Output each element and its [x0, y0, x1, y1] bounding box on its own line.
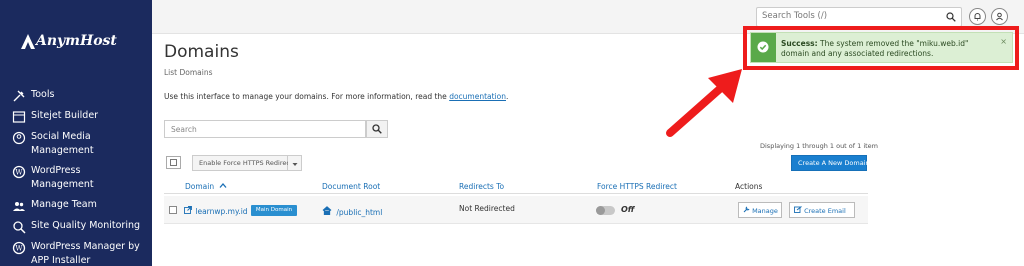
brand-name: AnymHost [36, 33, 117, 49]
column-header-force-https[interactable]: Force HTTPS Redirect [597, 182, 677, 191]
https-options-dropdown[interactable] [288, 155, 302, 171]
domain-search-button[interactable] [366, 120, 388, 138]
annotation-highlight-box [743, 26, 1019, 70]
description-text: Use this interface to manage your domain… [164, 92, 447, 101]
social-media-icon [12, 131, 26, 145]
search-quality-icon [13, 221, 26, 234]
user-menu-button[interactable] [991, 8, 1008, 25]
sidebar-item-label: WordPress Management [31, 165, 94, 190]
sidebar-item-sitejet[interactable]: Sitejet Builder [0, 109, 152, 124]
user-icon [996, 12, 1003, 21]
toggle-knob [596, 206, 605, 215]
brand-logo[interactable]: AnymHost [20, 30, 135, 56]
domain-search-placeholder: Search [171, 125, 197, 134]
force-https-toggle[interactable] [596, 206, 615, 215]
document-root-link[interactable]: /public_html [322, 206, 382, 217]
wordpress-icon: W [12, 241, 26, 255]
sidebar-item-label: Social Media Management [31, 131, 94, 156]
external-link-icon [184, 206, 192, 214]
row-checkbox[interactable] [169, 206, 177, 214]
manage-button[interactable]: Manage [738, 202, 782, 218]
search-icon [372, 124, 382, 134]
sitejet-icon [12, 111, 26, 123]
table-header-divider [164, 193, 868, 194]
redirects-value: Not Redirected [459, 204, 515, 213]
notifications-button[interactable] [969, 8, 986, 25]
enable-https-redirect-button[interactable]: Enable Force HTTPS Redirect [192, 155, 293, 171]
sort-ascending-icon [219, 183, 226, 188]
column-header-domain[interactable]: Domain [185, 182, 227, 191]
svg-text:W: W [15, 245, 23, 253]
column-header-label: Domain [185, 182, 215, 191]
checkbox-box [170, 159, 177, 166]
page-title: Domains [164, 42, 239, 62]
create-domain-button[interactable]: Create A New Domain [791, 155, 870, 171]
page-subtitle: List Domains [164, 68, 213, 77]
logo-icon [21, 34, 35, 49]
select-all-checkbox[interactable] [166, 156, 181, 169]
force-https-state: Off [621, 205, 635, 214]
page-description: Use this interface to manage your domain… [164, 92, 508, 101]
wordpress-icon: W [12, 165, 26, 179]
main-domain-badge: Main Domain [251, 205, 297, 216]
sidebar-item-social-media[interactable]: Social Media Management [0, 130, 152, 158]
team-icon [13, 202, 25, 211]
caret-down-icon [292, 163, 298, 166]
documentation-link[interactable]: documentation [449, 92, 506, 101]
sidebar-item-wordpress-management[interactable]: W WordPress Management [0, 164, 152, 192]
sidebar-item-label: Manage Team [31, 199, 97, 210]
svg-text:W: W [15, 169, 23, 177]
sidebar-item-wordpress-manager[interactable]: W WordPress Manager by APP Installer [0, 240, 152, 266]
home-icon [322, 206, 332, 216]
column-header-document-root[interactable]: Document Root [322, 182, 380, 191]
sidebar-item-label: WordPress Manager by APP Installer [31, 241, 140, 266]
tools-icon [13, 90, 25, 102]
sidebar-nav: Tools Sitejet Builder Social Media Manag… [0, 88, 152, 266]
sidebar-item-label: Tools [31, 89, 55, 100]
domain-name: learnwp.my.id [195, 207, 248, 216]
column-header-redirects[interactable]: Redirects To [459, 182, 504, 191]
edit-icon [794, 206, 802, 213]
pagination-summary: Displaying 1 through 1 out of 1 item [760, 142, 879, 150]
tools-search-placeholder: Search Tools (/) [762, 11, 828, 21]
create-email-button[interactable]: Create Email [789, 202, 855, 218]
tools-search-input[interactable]: Search Tools (/) [756, 7, 962, 27]
sidebar-item-manage-team[interactable]: Manage Team [0, 198, 152, 213]
manage-label: Manage [752, 207, 778, 215]
search-icon[interactable] [946, 12, 956, 22]
sidebar: AnymHost Tools Sitejet Builder Social Me… [0, 0, 152, 266]
wrench-icon [743, 206, 750, 213]
description-period: . [506, 92, 509, 101]
domain-link[interactable]: learnwp.my.id [184, 206, 248, 216]
sidebar-item-label: Sitejet Builder [31, 110, 99, 121]
bell-icon [974, 13, 981, 21]
create-email-label: Create Email [804, 207, 846, 215]
sidebar-item-tools[interactable]: Tools [0, 88, 152, 103]
document-root-path: /public_html [336, 208, 383, 217]
sidebar-item-label: Site Quality Monitoring [31, 220, 141, 231]
sidebar-item-site-quality[interactable]: Site Quality Monitoring [0, 219, 152, 234]
domain-search-input[interactable]: Search [164, 120, 366, 138]
column-header-actions: Actions [735, 182, 763, 191]
